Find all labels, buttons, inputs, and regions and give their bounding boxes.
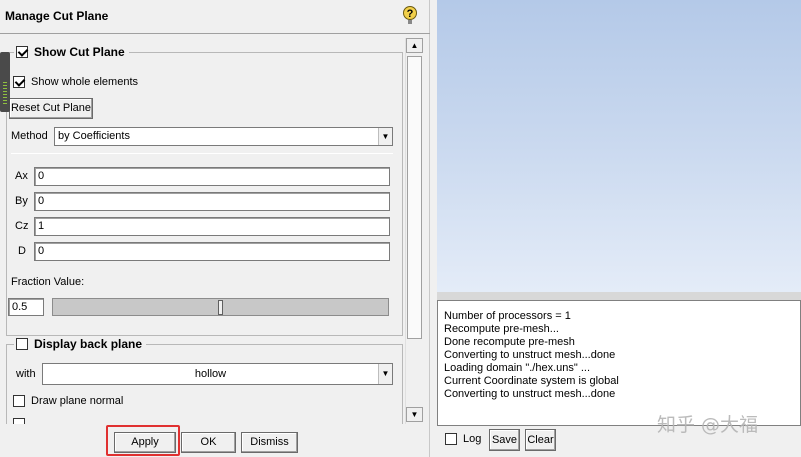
dialog-scrollbar[interactable]: ▲ ▼: [405, 38, 423, 424]
dialog-scroll-area: Show Cut Plane Show whole elements Reset…: [0, 38, 422, 424]
watermark-text: 知乎 @大福: [657, 414, 759, 436]
scroll-up-icon[interactable]: ▲: [406, 38, 423, 53]
log-line: Current Coordinate system is global: [444, 375, 619, 387]
coef-by-label: By: [15, 195, 28, 207]
with-value: hollow: [194, 368, 227, 380]
log-line: Converting to unstruct mesh...done: [444, 349, 616, 361]
coef-d-input[interactable]: 0: [34, 242, 390, 261]
graphics-viewport[interactable]: [437, 0, 801, 292]
draw-plane-normal-checkbox[interactable]: Draw plane normal: [13, 395, 123, 407]
scrollbar-thumb[interactable]: [407, 56, 422, 339]
coef-cz-label: Cz: [15, 220, 29, 232]
manage-cut-plane-dialog: Manage Cut Plane ? Show Cut Plane Show w…: [0, 0, 430, 457]
save-button[interactable]: Save: [489, 429, 520, 451]
svg-text:?: ?: [407, 8, 414, 20]
draw-plane-normal-label: Draw plane normal: [31, 395, 124, 407]
with-label: with: [16, 368, 36, 380]
method-select[interactable]: by Coefficients ▼: [54, 127, 393, 146]
log-checkbox[interactable]: Log: [445, 433, 481, 445]
log-line: Recompute pre-mesh...: [444, 323, 559, 335]
coef-by-input[interactable]: 0: [34, 192, 390, 211]
method-separator: [11, 153, 393, 154]
log-line: Number of processors = 1: [444, 310, 571, 322]
draw-plane-normal-check-box[interactable]: [13, 395, 25, 407]
show-whole-elements-label: Show whole elements: [31, 76, 139, 88]
show-whole-elements-checkbox[interactable]: Show whole elements: [13, 76, 138, 88]
method-value: by Coefficients: [58, 130, 130, 142]
side-grip-icon: [0, 52, 10, 112]
apply-highlight-box: [106, 425, 180, 456]
log-check-box[interactable]: [445, 433, 457, 445]
ok-button[interactable]: OK: [181, 432, 236, 453]
coef-ax-input[interactable]: 0: [34, 167, 390, 186]
chevron-down-icon[interactable]: ▼: [378, 364, 392, 384]
viewport-log-separator[interactable]: [437, 292, 801, 300]
message-log[interactable]: Number of processors = 1 Recompute pre-m…: [437, 300, 801, 426]
coef-d-label: D: [18, 245, 26, 257]
log-line: Done recompute pre-mesh: [444, 336, 575, 348]
display-back-plane-check-box[interactable]: [16, 338, 28, 350]
display-back-plane-checkbox[interactable]: Display back plane: [14, 337, 147, 351]
dismiss-button[interactable]: Dismiss: [241, 432, 298, 453]
reset-cut-plane-button[interactable]: Reset Cut Plane: [9, 98, 93, 119]
show-cut-plane-check-box[interactable]: [16, 46, 28, 58]
log-line: Converting to unstruct mesh...done: [444, 388, 616, 400]
method-label: Method: [11, 130, 48, 142]
dialog-title: Manage Cut Plane: [5, 9, 109, 23]
show-cut-plane-checkbox[interactable]: Show Cut Plane: [14, 45, 129, 59]
show-whole-elements-check-box[interactable]: [13, 76, 25, 88]
title-separator: [0, 33, 430, 34]
log-checkbox-label: Log: [463, 433, 482, 445]
scroll-down-icon[interactable]: ▼: [406, 407, 423, 422]
coef-ax-label: Ax: [15, 170, 28, 182]
show-cut-plane-label: Show Cut Plane: [34, 45, 125, 59]
log-line: Loading domain "./hex.uns" ...: [444, 362, 591, 374]
display-back-plane-label: Display back plane: [34, 337, 143, 351]
chevron-down-icon[interactable]: ▼: [378, 128, 392, 145]
fraction-slider-handle[interactable]: [218, 300, 223, 315]
help-icon[interactable]: ?: [402, 5, 418, 25]
fraction-input[interactable]: 0.5: [8, 298, 44, 316]
with-select[interactable]: hollow ▼: [42, 363, 393, 385]
clear-button[interactable]: Clear: [525, 429, 556, 451]
coef-cz-input[interactable]: 1: [34, 217, 390, 236]
fraction-label: Fraction Value:: [11, 276, 85, 288]
